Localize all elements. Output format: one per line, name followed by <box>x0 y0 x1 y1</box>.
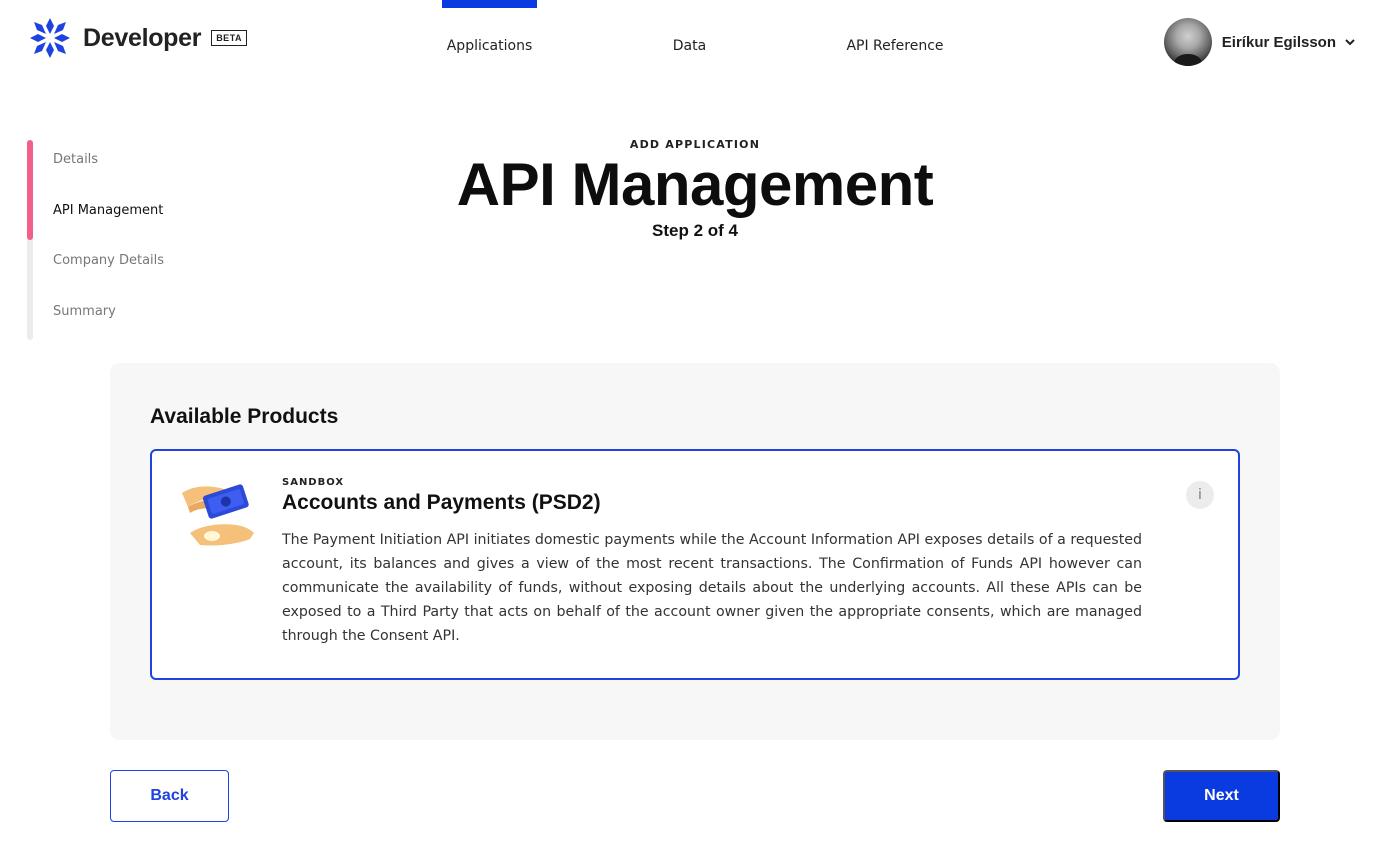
product-title: Accounts and Payments (PSD2) <box>282 491 601 514</box>
next-button[interactable]: Next <box>1163 770 1280 822</box>
products-panel: Available Products SANDBOX Accounts and … <box>110 363 1280 740</box>
user-name: Eiríkur Egilsson <box>1221 33 1336 51</box>
page-title: API Management <box>456 151 934 218</box>
step-company-details[interactable]: Company Details <box>53 253 164 268</box>
back-button[interactable]: Back <box>110 770 229 822</box>
nav-data[interactable]: Data <box>662 0 717 80</box>
user-menu[interactable]: Eiríkur Egilsson <box>1163 18 1356 66</box>
nav-applications[interactable]: Applications <box>442 0 537 80</box>
info-icon[interactable]: i <box>1186 481 1214 509</box>
product-env-label: SANDBOX <box>282 477 345 488</box>
star-logo-icon <box>30 18 70 58</box>
product-card[interactable]: SANDBOX Accounts and Payments (PSD2) The… <box>150 449 1240 680</box>
step-indicator: Step 2 of 4 <box>652 221 738 240</box>
step-summary[interactable]: Summary <box>53 304 116 319</box>
avatar <box>1163 18 1212 66</box>
nav-api-reference[interactable]: API Reference <box>840 0 950 80</box>
brand-name: Developer <box>83 23 202 52</box>
product-description: The Payment Initiation API initiates dom… <box>282 532 1142 644</box>
chevron-down-icon <box>1345 39 1355 46</box>
brand-logo[interactable]: Developer BETA <box>30 18 248 58</box>
beta-badge: BETA <box>211 30 248 46</box>
products-heading: Available Products <box>150 405 339 428</box>
money-hands-icon <box>182 484 254 546</box>
